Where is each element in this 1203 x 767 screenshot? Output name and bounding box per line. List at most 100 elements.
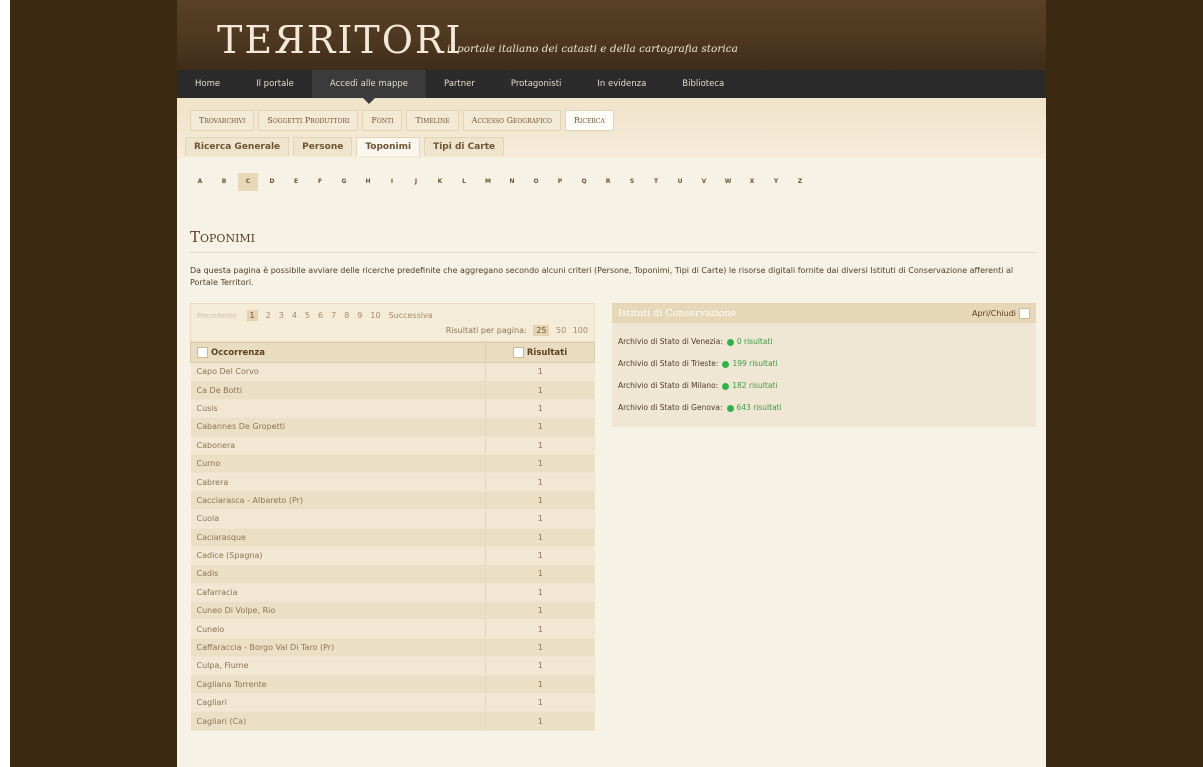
letter-x[interactable]: X: [742, 173, 762, 191]
page-2[interactable]: 2: [266, 311, 271, 320]
letter-i[interactable]: I: [382, 173, 402, 191]
table-row[interactable]: Caffaraccia - Borgo Val Di Taro (Pr) 1: [190, 638, 595, 658]
institute-count-link[interactable]: 182 risultati: [732, 375, 777, 397]
row-name[interactable]: Culpa, Fiume: [190, 656, 486, 676]
table-row[interactable]: Cabrera 1: [190, 472, 595, 492]
letter-n[interactable]: N: [502, 173, 522, 191]
col-risultati[interactable]: Risultati: [485, 342, 595, 363]
table-row[interactable]: Cabonera 1: [190, 436, 595, 455]
subnav-timeline[interactable]: Timeline: [406, 110, 459, 131]
row-name[interactable]: Ca De Botti: [190, 380, 486, 400]
row-name[interactable]: Cuneio: [190, 619, 486, 639]
table-row[interactable]: Ca De Botti 1: [190, 380, 595, 400]
row-name[interactable]: Cuola: [190, 509, 486, 529]
row-name[interactable]: Cacciarasca - Albareto (Pr): [190, 491, 486, 511]
row-name[interactable]: Cagliana Torrente: [190, 675, 486, 695]
row-name[interactable]: Cafarracia: [190, 583, 486, 603]
letter-r[interactable]: R: [598, 173, 618, 191]
subnav-trovarchivi[interactable]: Trovarchivi: [190, 110, 255, 131]
tab-ricerca-generale[interactable]: Ricerca Generale: [185, 137, 290, 156]
letter-s[interactable]: S: [622, 173, 642, 191]
letter-y[interactable]: Y: [766, 173, 786, 191]
row-name[interactable]: Cabrera: [190, 472, 486, 492]
letter-z[interactable]: Z: [790, 173, 810, 191]
table-row[interactable]: Capo Del Corvo 1: [190, 362, 595, 382]
nav-home[interactable]: Home: [177, 70, 238, 98]
letter-t[interactable]: T: [646, 173, 666, 191]
letter-q[interactable]: Q: [574, 173, 594, 191]
subnav-accesso-geografico[interactable]: Accesso Geografico: [462, 110, 561, 131]
nav-biblioteca[interactable]: Biblioteca: [664, 70, 742, 98]
table-row[interactable]: Culpa, Fiume 1: [190, 656, 595, 676]
letter-j[interactable]: J: [406, 173, 426, 191]
row-name[interactable]: Cadis: [190, 564, 486, 584]
site-logo[interactable]: TEЯRITORI: [217, 18, 463, 62]
nav-il-portale[interactable]: Il portale: [238, 70, 312, 98]
page-9[interactable]: 9: [357, 311, 362, 320]
row-name[interactable]: Cagliari (Ca): [190, 711, 486, 731]
page-4[interactable]: 4: [292, 311, 297, 320]
table-row[interactable]: Caciarasque 1: [190, 528, 595, 547]
nav-protagonisti[interactable]: Protagonisti: [493, 70, 580, 98]
nav-partner[interactable]: Partner: [426, 70, 493, 98]
letter-f[interactable]: F: [310, 173, 330, 191]
col-occorrenza[interactable]: Occorrenza: [190, 342, 486, 363]
subnav-ricerca[interactable]: Ricerca: [564, 110, 614, 131]
letter-m[interactable]: M: [478, 173, 498, 191]
letter-d[interactable]: D: [262, 173, 282, 191]
letter-o[interactable]: O: [526, 173, 546, 191]
letter-u[interactable]: U: [670, 173, 690, 191]
row-name[interactable]: Curno: [190, 454, 486, 474]
page-7[interactable]: 7: [331, 311, 336, 320]
page-8[interactable]: 8: [344, 311, 349, 320]
tab-tipi-di-carte[interactable]: Tipi di Carte: [424, 137, 505, 156]
letter-k[interactable]: K: [430, 173, 450, 191]
row-name[interactable]: Cuneo Di Volpe, Rio: [190, 601, 486, 621]
nav-accedi-mappe[interactable]: Accedi alle mappe: [311, 70, 426, 104]
row-name[interactable]: Cagliari: [190, 693, 486, 713]
table-row[interactable]: Cuneio 1: [190, 619, 595, 639]
table-row[interactable]: Cafarracia 1: [190, 583, 595, 603]
per-page-100[interactable]: 100: [573, 326, 588, 335]
per-page-25[interactable]: 25: [533, 325, 550, 336]
row-name[interactable]: Cadice (Spagna): [190, 546, 486, 566]
letter-p[interactable]: P: [550, 173, 570, 191]
row-name[interactable]: Cabannes De Gropetti: [190, 417, 486, 437]
page-3[interactable]: 3: [279, 311, 284, 320]
toggle-button[interactable]: Apri/Chiudi: [972, 307, 1030, 319]
row-name[interactable]: Capo Del Corvo: [190, 362, 486, 382]
row-name[interactable]: Cusis: [190, 399, 486, 419]
letter-l[interactable]: L: [454, 173, 474, 191]
per-page-50[interactable]: 50: [556, 326, 566, 335]
subnav-soggetti-produttori[interactable]: Soggetti Produttori: [258, 110, 359, 131]
table-row[interactable]: Cabannes De Gropetti 1: [190, 417, 595, 437]
letter-w[interactable]: W: [718, 173, 738, 191]
table-row[interactable]: Cadis 1: [190, 564, 595, 584]
page-10[interactable]: 10: [370, 311, 380, 320]
next-link[interactable]: Successiva: [389, 311, 433, 320]
table-row[interactable]: Cusis 1: [190, 399, 595, 419]
page-1[interactable]: 1: [246, 310, 258, 321]
page-5[interactable]: 5: [305, 311, 310, 320]
page-6[interactable]: 6: [318, 311, 323, 320]
institute-count-link[interactable]: 199 risultati: [732, 353, 777, 375]
letter-a[interactable]: A: [190, 173, 210, 191]
subnav-fonti[interactable]: Fonti: [362, 110, 403, 131]
table-row[interactable]: Cuneo Di Volpe, Rio 1: [190, 601, 595, 621]
row-name[interactable]: Cabonera: [190, 436, 486, 455]
letter-h[interactable]: H: [358, 173, 378, 191]
row-name[interactable]: Caffaraccia - Borgo Val Di Taro (Pr): [190, 638, 486, 658]
table-row[interactable]: Curno 1: [190, 454, 595, 474]
institute-count-link[interactable]: 0 risultati: [737, 331, 773, 353]
table-row[interactable]: Cuola 1: [190, 509, 595, 529]
tab-toponimi[interactable]: Toponimi: [356, 137, 421, 156]
prev-link[interactable]: Precedente: [197, 312, 237, 320]
table-row[interactable]: Cacciarasca - Albareto (Pr) 1: [190, 491, 595, 511]
table-row[interactable]: Cagliana Torrente 1: [190, 675, 595, 695]
table-row[interactable]: Cagliari (Ca) 1: [190, 711, 595, 731]
letter-e[interactable]: E: [286, 173, 306, 191]
table-row[interactable]: Cadice (Spagna) 1: [190, 546, 595, 566]
tab-persone[interactable]: Persone: [293, 137, 353, 156]
letter-c[interactable]: C: [238, 173, 258, 191]
letter-g[interactable]: G: [334, 173, 354, 191]
